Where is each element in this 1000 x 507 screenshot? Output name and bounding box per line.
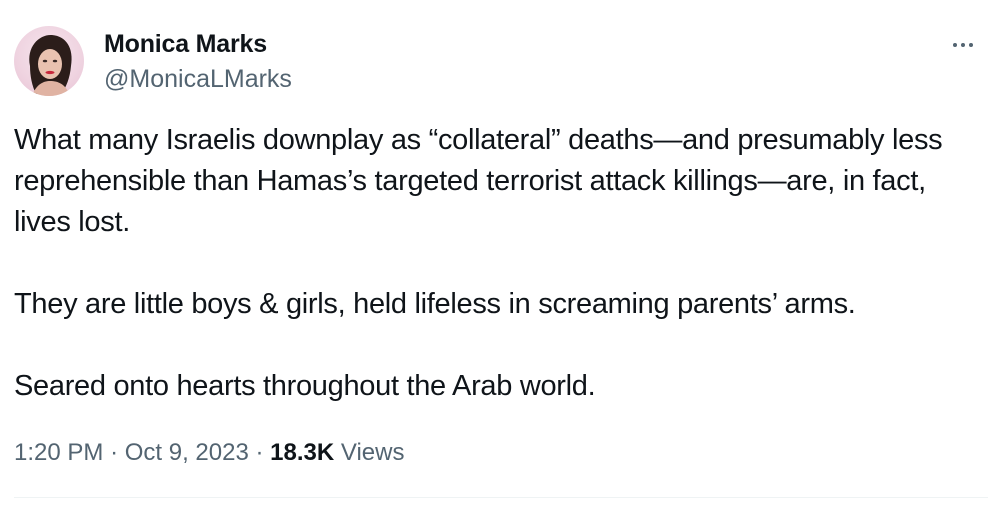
- tweet-date[interactable]: Oct 9, 2023: [125, 439, 249, 466]
- views-count: 18.3K: [270, 439, 335, 466]
- more-options-button[interactable]: [946, 30, 980, 60]
- tweet-time[interactable]: 1:20 PM: [14, 439, 103, 466]
- tweet-paragraph: What many Israelis downplay as “collater…: [14, 124, 943, 238]
- tweet-meta: 1:20 PM · Oct 9, 2023 · 18.3K Views: [14, 437, 404, 469]
- more-horizontal-icon-dot: [961, 43, 965, 47]
- meta-separator: ·: [255, 439, 264, 466]
- tweet-text: What many Israelis downplay as “collater…: [14, 120, 989, 407]
- views-label: Views: [340, 439, 405, 466]
- more-horizontal-icon-dot: [969, 43, 973, 47]
- avatar[interactable]: [14, 26, 84, 96]
- divider: [14, 497, 988, 498]
- tweet-card: Monica Marks @MonicaLMarks What many Isr…: [0, 0, 1000, 507]
- meta-separator: ·: [110, 439, 119, 466]
- tweet-paragraph: They are little boys & girls, held lifel…: [14, 288, 856, 320]
- author-handle[interactable]: @MonicaLMarks: [104, 64, 292, 94]
- tweet-paragraph: Seared onto hearts throughout the Arab w…: [14, 370, 596, 402]
- avatar-image: [29, 34, 72, 96]
- more-horizontal-icon: [953, 43, 957, 47]
- author-display-name[interactable]: Monica Marks: [104, 29, 267, 59]
